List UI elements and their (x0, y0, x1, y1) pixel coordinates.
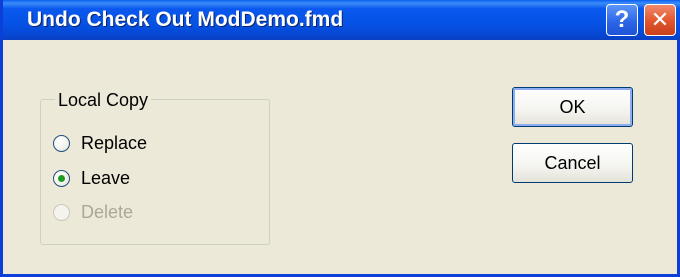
ok-button[interactable]: OK (512, 87, 633, 127)
radio-leave-control[interactable] (53, 169, 70, 187)
radio-replace[interactable]: Replace (53, 131, 147, 155)
cancel-button[interactable]: Cancel (512, 143, 633, 183)
radio-replace-label: Replace (81, 132, 148, 153)
radio-delete-control (53, 203, 70, 221)
window-title: Undo Check Out ModDemo.fmd (27, 8, 344, 31)
radio-leave-label: Leave (81, 167, 131, 188)
local-copy-group-label: Local Copy (55, 90, 152, 111)
radio-delete: Delete (53, 200, 133, 224)
dialog-window: Undo Check Out ModDemo.fmd ? ✕ Local Cop… (0, 0, 680, 277)
radio-leave[interactable]: Leave (53, 166, 130, 190)
help-button[interactable]: ? (606, 4, 638, 36)
radio-replace-control[interactable] (53, 134, 70, 152)
close-button[interactable]: ✕ (644, 4, 676, 36)
help-icon: ? (614, 6, 630, 33)
title-bar[interactable]: Undo Check Out ModDemo.fmd ? ✕ (3, 0, 680, 40)
radio-delete-label: Delete (81, 201, 134, 222)
close-icon: ✕ (650, 7, 670, 32)
